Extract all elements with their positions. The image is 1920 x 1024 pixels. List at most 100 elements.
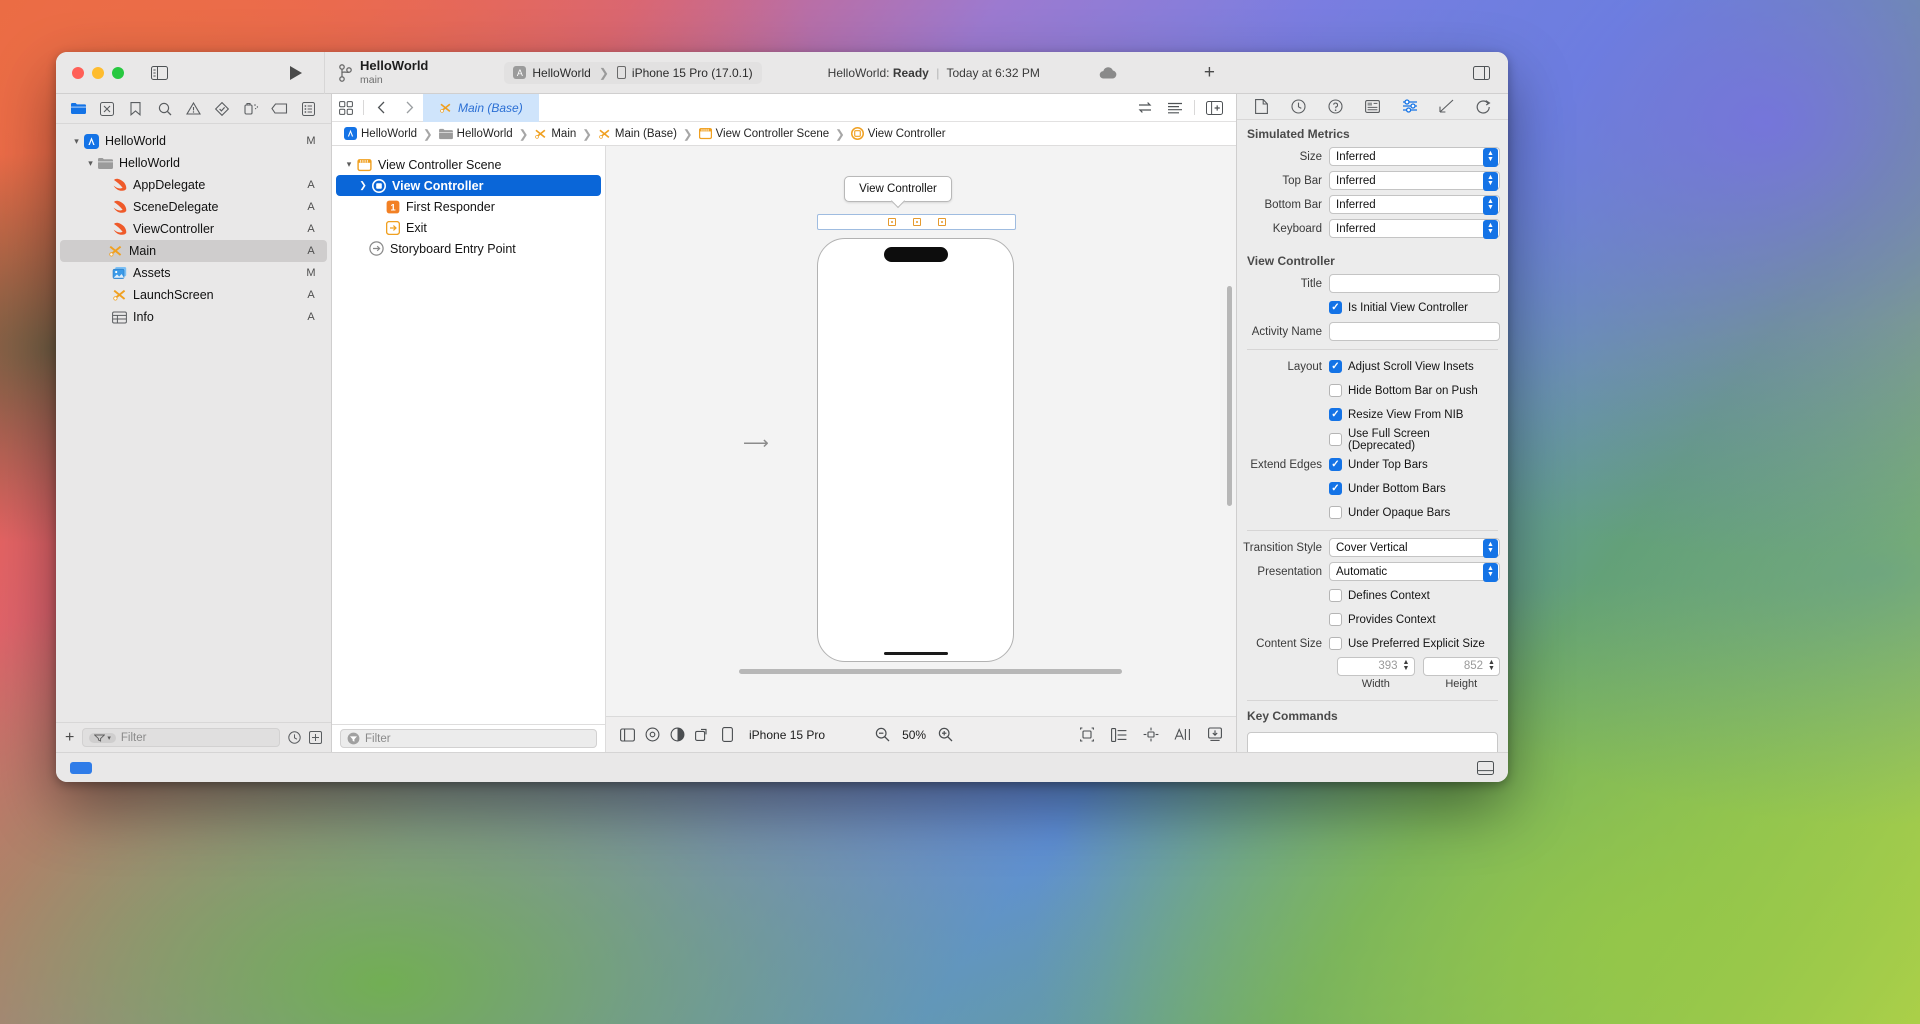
provides-context-checkbox[interactable] [1329,613,1342,626]
view-controller-dock[interactable] [817,214,1016,230]
recent-files-icon[interactable] [288,731,301,744]
add-file-button[interactable]: + [65,730,74,746]
source-control-icon[interactable] [93,97,122,121]
interface-builder-canvas[interactable]: View Controller ⟶ [606,146,1236,752]
breadcrumb-item-view-controller[interactable]: View Controller [851,127,946,140]
exit-dock-icon[interactable] [938,218,946,226]
update-frames-icon[interactable] [1075,723,1098,746]
view-controller-dock-icon[interactable] [888,218,896,226]
canvas-zoom-level[interactable]: 50% [902,728,926,742]
width-input[interactable]: 393▲▼ [1337,657,1415,676]
folder-icon[interactable] [64,97,93,121]
nav-row-helloworld-project[interactable]: ▾ HelloWorld M [60,130,327,152]
canvas-vertical-scrollbar[interactable] [1227,286,1232,506]
history-inspector-icon[interactable] [1287,95,1311,117]
dark-mode-icon[interactable] [666,723,689,746]
presentation-select[interactable]: Automatic▲▼ [1329,562,1500,581]
key-commands-list[interactable] [1247,732,1498,752]
editor-options-icon[interactable] [332,95,360,121]
nav-row-scenedelegate[interactable]: SceneDelegate A [60,196,327,218]
nav-row-appdelegate[interactable]: AppDelegate A [60,174,327,196]
appearance-icon[interactable] [641,723,664,746]
related-items-icon[interactable] [1131,95,1159,121]
breakpoint-icon[interactable] [265,97,294,121]
connections-inspector-icon[interactable] [1472,95,1496,117]
canvas-surface[interactable]: View Controller ⟶ [606,146,1236,716]
breadcrumb-item-project[interactable]: HelloWorld [344,127,417,140]
destination-selector[interactable]: A HelloWorld ❯ iPhone 15 Pro (17.0.1) [504,62,761,84]
navigator-filter-input[interactable]: ▾ Filter [82,728,280,747]
device-preview[interactable] [817,238,1014,662]
variants-icon[interactable] [691,723,714,746]
add-editor-icon[interactable] [1200,95,1228,121]
breadcrumb-item-scene[interactable]: View Controller Scene [699,127,830,140]
zoom-in-icon[interactable] [938,727,953,742]
stepper-icon[interactable]: ▲▼ [1483,220,1498,239]
stepper-icon[interactable]: ▲▼ [1483,148,1498,167]
first-responder-dock-icon[interactable] [913,218,921,226]
disclosure-triangle-icon[interactable]: ❯ [356,180,370,191]
device-orientation-icon[interactable] [616,723,639,746]
sidebar-toggle-icon[interactable] [146,60,172,86]
outline-row-storyboard-entry-point[interactable]: Storyboard Entry Point [332,238,605,259]
nav-row-helloworld-folder[interactable]: ▾ HelloWorld [60,152,327,174]
defines-context-checkbox[interactable] [1329,589,1342,602]
filter-scope-icon[interactable]: ▾ [89,733,116,743]
inspector-toggle-icon[interactable] [1473,66,1490,80]
align-lines-icon[interactable] [1161,95,1189,121]
file-inspector-icon[interactable] [1250,95,1274,117]
status-indicator-chip[interactable] [70,762,92,774]
stepper-icon[interactable]: ▲▼ [1486,659,1497,674]
bookmark-icon[interactable] [122,97,151,121]
nav-row-launchscreen[interactable]: LaunchScreen A [60,284,327,306]
under-top-bars-checkbox[interactable] [1329,458,1342,471]
run-button[interactable] [282,60,310,86]
cloud-icon[interactable] [1098,66,1118,80]
add-editor-button[interactable]: + [1204,63,1215,82]
size-select[interactable]: Inferred▲▼ [1329,147,1500,166]
canvas-device-name[interactable]: iPhone 15 Pro [749,728,825,742]
status-bar[interactable]: HelloWorld: Ready | Today at 6:32 PM [828,66,1040,80]
stepper-icon[interactable]: ▲▼ [1483,563,1498,582]
zoom-out-icon[interactable] [875,727,890,742]
resolve-issues-icon[interactable] [1203,723,1226,746]
project-navigator-tree[interactable]: ▾ HelloWorld M ▾ HelloWorld [56,124,331,722]
zoom-button[interactable] [112,67,124,79]
under-opaque-bars-checkbox[interactable] [1329,506,1342,519]
outline-row-view-controller-scene[interactable]: ▾ View Controller Scene [332,154,605,175]
adjust-scroll-view-insets-checkbox[interactable] [1329,360,1342,373]
search-icon[interactable] [150,97,179,121]
is-initial-view-controller-checkbox[interactable] [1329,301,1342,314]
resize-view-from-nib-checkbox[interactable] [1329,408,1342,421]
use-full-screen-checkbox[interactable] [1329,433,1342,446]
breadcrumb-item-folder[interactable]: HelloWorld [439,128,513,140]
disclosure-triangle-icon[interactable]: ▾ [70,136,83,147]
device-size-icon[interactable] [716,723,739,746]
debug-icon[interactable] [237,97,266,121]
editor-tab-main-base[interactable]: Main (Base) [423,94,539,122]
embed-in-icon[interactable] [1107,723,1130,746]
quick-help-icon[interactable] [1361,95,1385,117]
disclosure-triangle-icon[interactable]: ▾ [342,159,356,170]
stepper-icon[interactable]: ▲▼ [1483,196,1498,215]
navigate-back-button[interactable] [367,95,395,121]
activity-name-input[interactable] [1329,322,1500,341]
under-bottom-bars-checkbox[interactable] [1329,482,1342,495]
bottom-bar-select[interactable]: Inferred▲▼ [1329,195,1500,214]
source-control-filter-icon[interactable] [309,731,322,744]
outline-filter-input[interactable]: Filter [340,729,597,748]
keyboard-select[interactable]: Inferred▲▼ [1329,219,1500,238]
test-icon[interactable] [208,97,237,121]
transition-style-select[interactable]: Cover Vertical▲▼ [1329,538,1500,557]
disclosure-triangle-icon[interactable]: ▾ [84,158,97,169]
close-button[interactable] [72,67,84,79]
debug-area-toggle-icon[interactable] [1477,761,1494,775]
scene-title-label[interactable]: View Controller [844,176,952,202]
attributes-inspector-icon[interactable] [1398,95,1422,117]
nav-row-assets[interactable]: Assets M [60,262,327,284]
size-inspector-icon[interactable] [1435,95,1459,117]
nav-row-info[interactable]: Info A [60,306,327,328]
navigate-forward-button[interactable] [395,95,423,121]
top-bar-select[interactable]: Inferred▲▼ [1329,171,1500,190]
hide-bottom-bar-on-push-checkbox[interactable] [1329,384,1342,397]
